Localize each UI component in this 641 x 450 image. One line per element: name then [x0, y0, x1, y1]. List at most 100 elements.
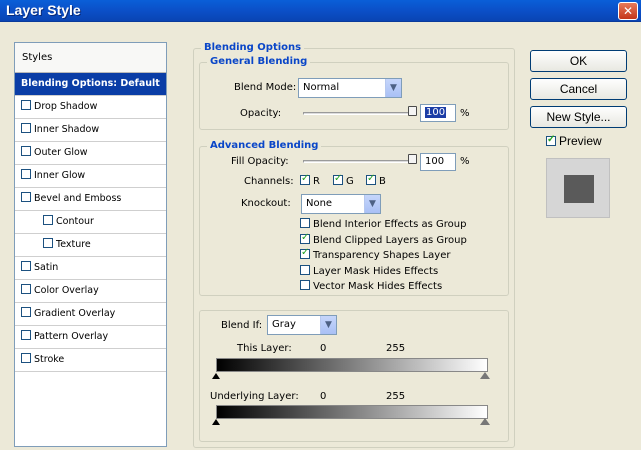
style-item-outer-glow[interactable]: Outer Glow — [15, 142, 166, 165]
fill-opacity-slider[interactable] — [303, 160, 413, 163]
chevron-down-icon: ▼ — [320, 316, 336, 334]
opacity-slider-thumb[interactable] — [408, 106, 417, 116]
blend-if-select[interactable]: Gray ▼ — [267, 315, 337, 335]
checkbox-icon[interactable] — [21, 123, 31, 133]
checkbox-icon[interactable] — [21, 146, 31, 156]
blend-mode-select[interactable]: Normal ▼ — [298, 78, 402, 98]
this-layer-black-slider[interactable] — [212, 373, 220, 379]
channel-g-checkbox[interactable]: G — [333, 173, 354, 187]
this-layer-max: 255 — [386, 343, 406, 354]
blend-mode-label: Blend Mode: — [234, 82, 297, 93]
checkbox-icon[interactable] — [21, 261, 31, 271]
knockout-select[interactable]: None ▼ — [301, 194, 381, 214]
blending-options-title: Blending Options — [201, 42, 305, 53]
opacity-input[interactable]: 100 — [420, 104, 456, 122]
advanced-blending-title: Advanced Blending — [207, 140, 322, 151]
checkbox-icon[interactable] — [21, 353, 31, 363]
style-item-texture[interactable]: Texture — [15, 234, 166, 257]
blend-if-label: Blend If: — [221, 320, 263, 331]
chevron-down-icon: ▼ — [385, 79, 401, 97]
option-layer-mask-hides-effects[interactable]: Layer Mask Hides Effects — [300, 264, 439, 277]
checkbox-icon[interactable] — [21, 307, 31, 317]
style-item-label: Inner Shadow — [34, 124, 100, 135]
title-bar[interactable]: Layer Style ✕ — [0, 0, 641, 22]
style-item-inner-shadow[interactable]: Inner Shadow — [15, 119, 166, 142]
option-label: Layer Mask Hides Effects — [313, 265, 439, 277]
checkbox-icon[interactable] — [21, 330, 31, 340]
style-item-color-overlay[interactable]: Color Overlay — [15, 280, 166, 303]
channel-g-label: G — [346, 176, 354, 187]
checkbox-icon — [300, 264, 310, 275]
opacity-label: Opacity: — [240, 108, 282, 119]
this-layer-min: 0 — [320, 343, 327, 354]
blend-if-value: Gray — [272, 319, 296, 330]
style-item-label: Gradient Overlay — [34, 308, 116, 319]
style-item-pattern-overlay[interactable]: Pattern Overlay — [15, 326, 166, 349]
styles-header[interactable]: Styles — [15, 43, 166, 73]
new-style-button[interactable]: New Style... — [530, 106, 627, 128]
fill-opacity-slider-thumb[interactable] — [408, 154, 417, 164]
underlying-white-slider[interactable] — [480, 418, 490, 425]
style-item-stroke[interactable]: Stroke — [15, 349, 166, 372]
checkbox-icon[interactable] — [21, 169, 31, 179]
blend-mode-value: Normal — [303, 82, 340, 93]
style-item-label: Pattern Overlay — [34, 331, 109, 342]
style-item-blending-options-default[interactable]: Blending Options: Default — [15, 73, 166, 96]
style-item-label: Texture — [56, 239, 91, 250]
this-layer-white-slider[interactable] — [480, 372, 490, 379]
style-item-contour[interactable]: Contour — [15, 211, 166, 234]
underlying-layer-label: Underlying Layer: — [210, 391, 299, 402]
cancel-button[interactable]: Cancel — [530, 78, 627, 100]
style-item-label: Inner Glow — [34, 170, 86, 181]
general-blending-title: General Blending — [207, 56, 311, 67]
style-item-label: Drop Shadow — [34, 101, 98, 112]
checkbox-icon[interactable] — [21, 100, 31, 110]
option-blend-interior-effects-as-group[interactable]: Blend Interior Effects as Group — [300, 218, 466, 230]
checkbox-icon[interactable] — [21, 192, 31, 202]
fill-opacity-label: Fill Opacity: — [231, 156, 289, 167]
style-item-gradient-overlay[interactable]: Gradient Overlay — [15, 303, 166, 326]
checkbox-icon — [366, 173, 376, 185]
checkbox-icon — [300, 247, 310, 259]
checkbox-icon — [546, 134, 556, 146]
window-title: Layer Style — [6, 2, 81, 18]
fill-opacity-input[interactable]: 100 — [420, 153, 456, 171]
close-button[interactable]: ✕ — [618, 2, 638, 20]
checkbox-icon — [300, 218, 310, 228]
ok-button[interactable]: OK — [530, 50, 627, 72]
checkbox-icon[interactable] — [21, 284, 31, 294]
channel-b-label: B — [379, 176, 386, 187]
style-item-label: Satin — [34, 262, 59, 273]
this-layer-label: This Layer: — [237, 343, 292, 354]
option-label: Blend Interior Effects as Group — [313, 219, 467, 230]
style-item-drop-shadow[interactable]: Drop Shadow — [15, 96, 166, 119]
checkbox-icon[interactable] — [43, 215, 53, 225]
channel-r-checkbox[interactable]: R — [300, 173, 320, 187]
channel-b-checkbox[interactable]: B — [366, 173, 386, 187]
style-item-label: Blending Options: Default — [21, 78, 160, 89]
underlying-black-slider[interactable] — [212, 419, 220, 425]
option-blend-clipped-layers-as-group[interactable]: Blend Clipped Layers as Group — [300, 232, 467, 246]
preview-swatch — [564, 175, 594, 203]
this-layer-gradient — [216, 358, 488, 372]
preview-label: Preview — [559, 134, 602, 148]
underlying-layer-gradient — [216, 405, 488, 419]
opacity-slider[interactable] — [303, 112, 413, 115]
styles-list: Styles Blending Options: Default Drop Sha… — [14, 42, 167, 447]
preview-checkbox[interactable]: Preview — [546, 134, 602, 148]
style-item-inner-glow[interactable]: Inner Glow — [15, 165, 166, 188]
opacity-value: 100 — [425, 107, 447, 118]
knockout-value: None — [306, 198, 333, 209]
option-label: Transparency Shapes Layer — [313, 250, 451, 261]
option-vector-mask-hides-effects[interactable]: Vector Mask Hides Effects — [300, 280, 442, 292]
fill-opacity-percent: % — [460, 156, 470, 167]
fill-opacity-value: 100 — [425, 156, 445, 167]
style-item-bevel-and-emboss[interactable]: Bevel and Emboss — [15, 188, 166, 211]
underlying-min: 0 — [320, 391, 327, 402]
checkbox-icon[interactable] — [43, 238, 53, 248]
style-item-label: Contour — [56, 216, 94, 227]
option-transparency-shapes-layer[interactable]: Transparency Shapes Layer — [300, 247, 451, 261]
style-item-satin[interactable]: Satin — [15, 257, 166, 280]
checkbox-icon — [300, 280, 310, 290]
chevron-down-icon: ▼ — [364, 195, 380, 213]
